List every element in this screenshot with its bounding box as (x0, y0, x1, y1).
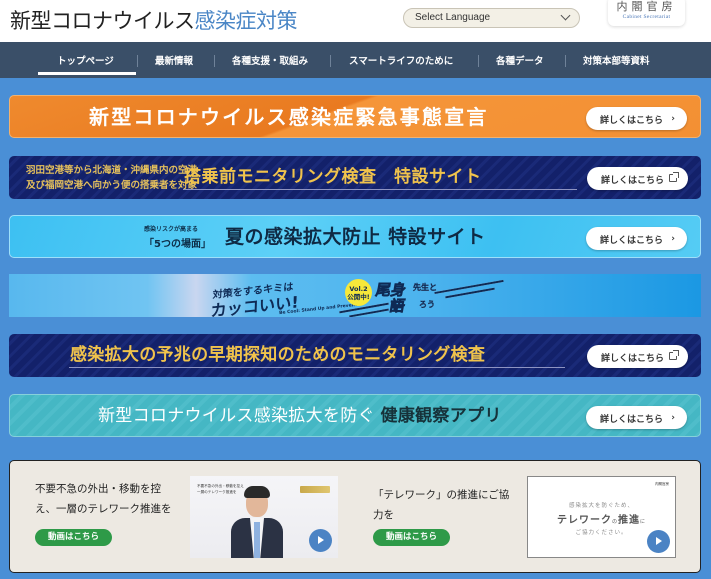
banner-early-detection[interactable]: 感染拡大の予兆の早期探知のためのモニタリング検査 詳しくはこちら (9, 334, 701, 377)
watch-video-button[interactable]: 動画はこちら (35, 529, 112, 546)
details-button-label: 詳しくはこちら (601, 176, 665, 186)
banner-talk: 語 (388, 297, 407, 316)
nav-separator (214, 55, 215, 67)
details-button-label: 詳しくはこちら (600, 236, 664, 246)
chevron-right-icon: › (671, 234, 675, 244)
person-hair (244, 486, 270, 498)
person-tie (254, 522, 260, 558)
nav-item-data[interactable]: 各種データ (496, 53, 544, 67)
vol-label: Vol.2 (349, 285, 368, 293)
nav-separator (330, 55, 331, 67)
banner-title: 感染拡大の予兆の早期探知のためのモニタリング検査 (70, 345, 486, 365)
video-thumbnail-telework-minister[interactable]: 不要不急の外出・移動を控え 一層のテレワーク推進を (190, 476, 338, 558)
thumbnail-headline-part: 推進 (618, 515, 640, 526)
site-title[interactable]: 新型コロナウイルス感染症対策 (10, 5, 297, 35)
subtitle-line: 及び福岡空港へ向かう便の搭乗者を対象 (26, 180, 198, 191)
video-description-line: 「テレワーク」の推進にご協 (373, 489, 510, 501)
title-underline (69, 367, 565, 368)
details-button[interactable]: 詳しくはこちら › (586, 406, 687, 429)
video-thumbnail-telework[interactable]: 内閣官房 感染拡大を防ぐため、 テレワークの推進に ご協力ください。 (527, 476, 676, 558)
banner-health-app[interactable]: 新型コロナウイルス感染拡大を防ぐ 健康観察アプリ 詳しくはこちら › (9, 394, 701, 437)
video-description-line: 不要不急の外出・移動を控 (35, 483, 161, 495)
video-description-line: え、一層のテレワーク推進を (35, 503, 172, 515)
language-select[interactable]: Select Language (403, 8, 580, 28)
banner-title: 新型コロナウイルス感染症緊急事態宣言 (89, 105, 489, 129)
banner-title: 夏の感染拡大防止 特設サイト (225, 226, 486, 248)
thumbnail-headline-part: に (640, 519, 647, 525)
nav-separator (478, 55, 479, 67)
details-button[interactable]: 詳しくはこちら › (586, 227, 687, 250)
video-panel: 不要不急の外出・移動を控 え、一層のテレワーク推進を 動画はこちら 不要不急の外… (9, 460, 701, 573)
nav-item-support[interactable]: 各種支援・取組み (232, 53, 308, 67)
thumbnail-caption-line: 一層のテレワーク推進を (197, 490, 237, 494)
logo-jp: 内閣官房 (616, 0, 677, 13)
site-header: 新型コロナウイルス感染症対策 Select Language 内閣官房 Cabi… (0, 0, 711, 42)
thumbnail-line: 感染拡大を防ぐため、 (568, 503, 634, 509)
thumbnail-headline-part: テレワーク (556, 515, 612, 526)
banner-kicker-2: 「5つの場面」 (144, 239, 211, 250)
nav-separator (137, 55, 138, 67)
external-link-icon (669, 350, 679, 360)
chevron-right-icon: › (671, 413, 675, 423)
banner-title: 搭乗前モニタリング検査 特設サイト (184, 167, 482, 187)
vol-sub: 公開中! (347, 293, 370, 301)
details-button-label: 詳しくはこちら (600, 116, 664, 126)
details-button[interactable]: 詳しくはこちら › (586, 107, 687, 130)
title-underline (183, 189, 577, 190)
nav-item-documents[interactable]: 対策本部等資料 (583, 53, 650, 67)
nav-item-smart-life[interactable]: スマートライフのために (349, 53, 453, 67)
details-button[interactable]: 詳しくはこちら (587, 345, 688, 368)
video-description: 不要不急の外出・移動を控 え、一層のテレワーク推進を (35, 479, 172, 519)
banner-omi-talk[interactable]: 対策をするキミは カッコいい! Be Cool: Stand Up and Pr… (9, 274, 701, 317)
watch-video-button[interactable]: 動画はこちら (373, 529, 450, 546)
external-link-icon (669, 172, 679, 182)
main-nav: トップページ 最新情報 各種支援・取組み スマートライフのために 各種データ 対… (0, 42, 711, 78)
video-description-line: 力を (373, 509, 394, 521)
nav-separator (565, 55, 566, 67)
banner-summer-prevention[interactable]: 感染リスクが高まる 「5つの場面」 夏の感染拡大防止 特設サイト 詳しくはこちら… (9, 215, 701, 258)
banner-title-light: 新型コロナウイルス感染拡大を防ぐ (98, 406, 375, 426)
cabinet-secretariat-logo[interactable]: 内閣官房 Cabinet Secretariat (608, 0, 685, 26)
banner-rou: ろう (419, 300, 435, 309)
banner-kicker: 感染リスクが高まる (144, 226, 199, 233)
site-title-accent: 感染症対策 (194, 9, 298, 33)
thumbnail-caption: 不要不急の外出・移動を控え 一層のテレワーク推進を (197, 483, 244, 495)
nav-item-latest-info[interactable]: 最新情報 (155, 53, 193, 67)
active-tab-indicator (38, 72, 136, 75)
banner-emergency-declaration[interactable]: 新型コロナウイルス感染症緊急事態宣言 詳しくはこちら › (9, 95, 701, 138)
banner-title-dark: 健康観察アプリ (380, 406, 502, 426)
details-button[interactable]: 詳しくはこちら (587, 167, 688, 190)
chevron-down-icon (560, 10, 571, 21)
banner-title: 新型コロナウイルス感染拡大を防ぐ 健康観察アプリ (98, 395, 502, 436)
play-icon[interactable] (309, 529, 332, 552)
details-button-label: 詳しくはこちら (601, 354, 665, 364)
chevron-right-icon: › (671, 114, 675, 124)
site-title-main: 新型コロナウイルス (10, 9, 195, 33)
banner-subtitle: 羽田空港等から北海道・沖縄県内の空港 及び福岡空港へ向かう便の搭乗者を対象 (26, 163, 197, 193)
language-select-value: Select Language (415, 12, 491, 23)
logo-en: Cabinet Secretariat (622, 14, 671, 20)
play-icon[interactable] (647, 530, 670, 553)
thumbnail-corner-logo: 内閣官房 (655, 482, 669, 486)
vol-badge: Vol.2 公開中! (345, 279, 372, 306)
banner-airport-monitoring[interactable]: 羽田空港等から北海道・沖縄県内の空港 及び福岡空港へ向かう便の搭乗者を対象 搭乗… (9, 156, 701, 199)
thumbnail-logo (300, 486, 330, 493)
video-description: 「テレワーク」の推進にご協 力を (373, 485, 509, 525)
details-button-label: 詳しくはこちら (600, 415, 664, 425)
subtitle-line: 羽田空港等から北海道・沖縄県内の空港 (26, 165, 198, 176)
nav-item-top-page[interactable]: トップページ (57, 53, 114, 67)
thumbnail-headline: テレワークの推進に (528, 511, 675, 526)
